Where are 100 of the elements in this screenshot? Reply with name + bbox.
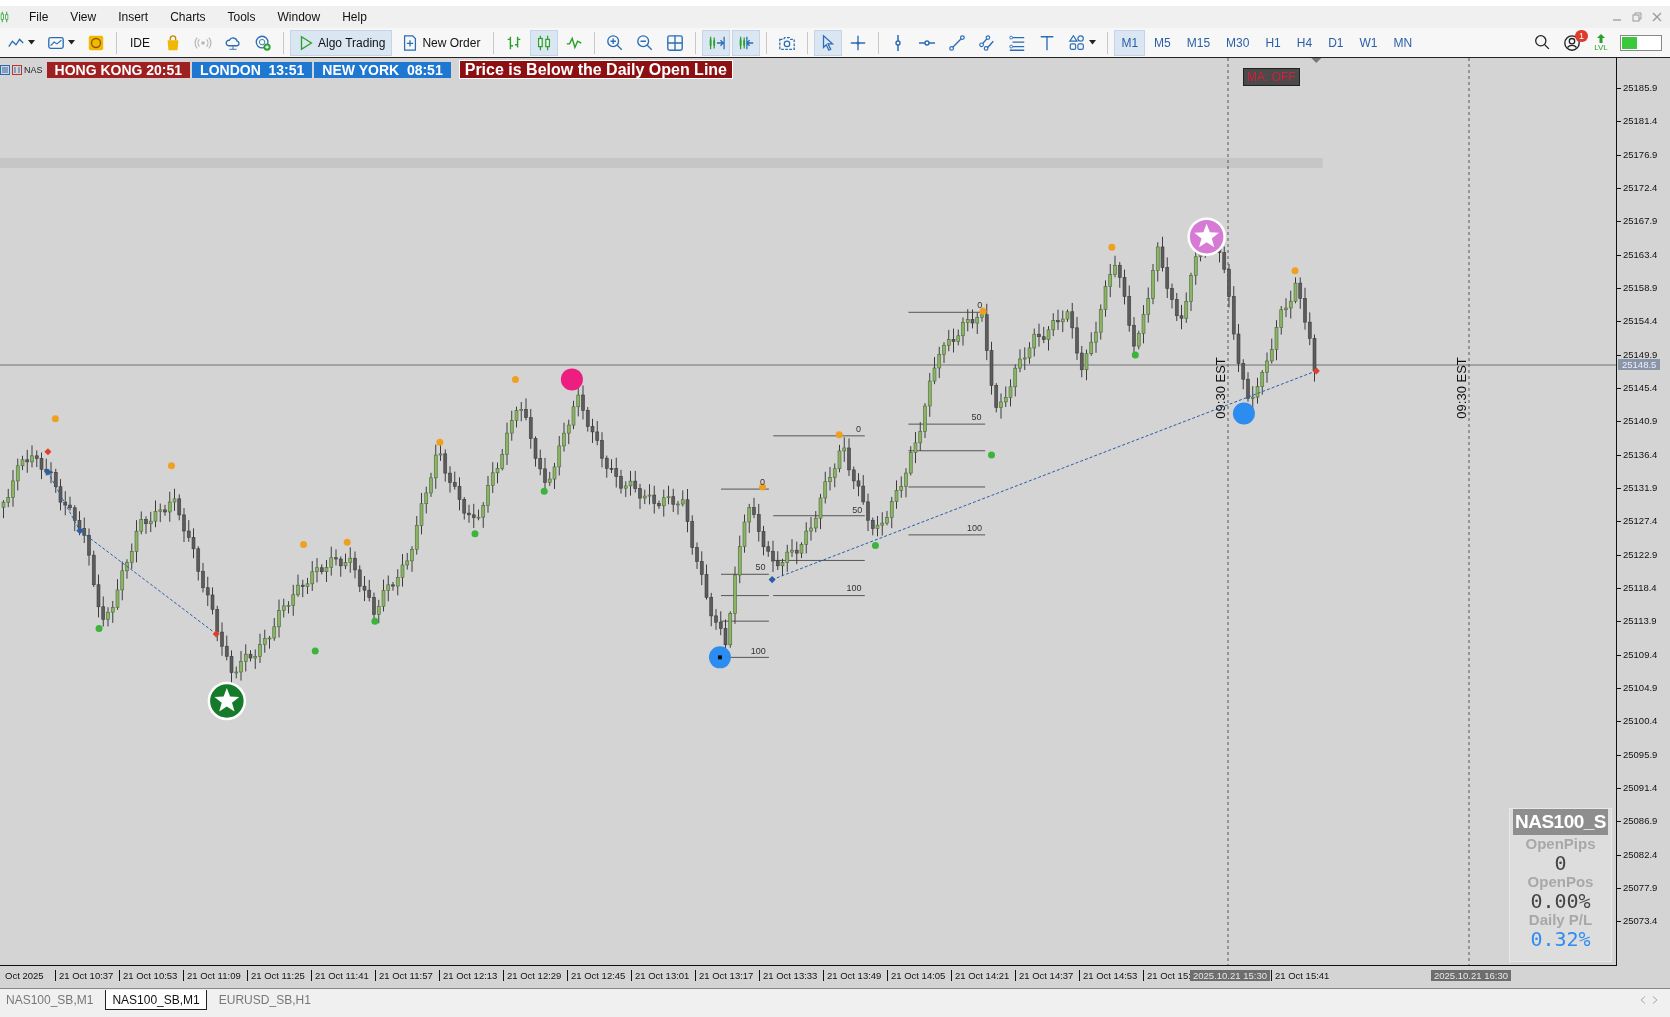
time-tick: 21 Oct 14:37 bbox=[1015, 970, 1074, 981]
price-tick: 25158.9 bbox=[1617, 281, 1658, 293]
time-tick: 21 Oct 14:21 bbox=[951, 970, 1010, 981]
cursor-button[interactable] bbox=[814, 29, 843, 56]
price-tick: 25077.9 bbox=[1617, 881, 1658, 893]
swing-high-dot bbox=[835, 431, 843, 439]
menu-item[interactable]: Window bbox=[267, 10, 333, 24]
swing-low-dot bbox=[371, 617, 379, 625]
coin-icon bbox=[87, 33, 105, 52]
scroll-right-icon[interactable] bbox=[1652, 996, 1658, 1004]
timeframe-button[interactable]: M1 bbox=[1114, 29, 1146, 56]
caret-icon bbox=[28, 40, 35, 45]
time-tick: 21 Oct 11:25 bbox=[247, 970, 305, 981]
sell-diamond-icon bbox=[44, 448, 52, 456]
chart-tab[interactable]: NAS100_SB,M1 bbox=[0, 990, 100, 1010]
timeframe-button[interactable]: W1 bbox=[1352, 29, 1385, 56]
time-tick: 21 Oct 13:01 bbox=[631, 970, 690, 981]
time-tick: 21 Oct 11:09 bbox=[183, 970, 241, 981]
price-tick: 25167.9 bbox=[1617, 215, 1658, 227]
notification-badge: 1 bbox=[1575, 29, 1588, 42]
timeframe-button[interactable]: M5 bbox=[1147, 29, 1178, 56]
session-clock-label: LONDON 13:51 bbox=[192, 61, 313, 78]
timeframe-button[interactable]: M30 bbox=[1219, 29, 1257, 56]
level-label: 0 bbox=[977, 300, 983, 311]
timeframe-button[interactable]: H4 bbox=[1289, 29, 1320, 56]
menu-item[interactable]: File bbox=[19, 10, 61, 24]
level-label: 50 bbox=[852, 504, 863, 515]
price-tick: 25140.9 bbox=[1617, 415, 1658, 427]
chart-tab[interactable]: NAS100_SB,M1 bbox=[105, 990, 207, 1010]
chart-tab[interactable]: EURUSD_SB,H1 bbox=[212, 990, 317, 1010]
chart-shift-button[interactable] bbox=[732, 29, 761, 56]
candlestick-button[interactable] bbox=[530, 29, 559, 56]
pivot-diamond-icon bbox=[76, 527, 84, 535]
level-label: 50 bbox=[971, 411, 982, 422]
timeframe-button[interactable]: D1 bbox=[1321, 29, 1351, 56]
time-tick: Oct 2025 bbox=[4, 970, 44, 981]
level-label: 100 bbox=[966, 522, 982, 533]
zoom-out-icon bbox=[636, 33, 655, 52]
autoscroll-button[interactable] bbox=[702, 29, 731, 56]
up-arrow-icon bbox=[1596, 33, 1606, 43]
star-marker-icon bbox=[207, 681, 247, 721]
level-label: 50 bbox=[755, 562, 766, 573]
menu-item[interactable]: View bbox=[60, 10, 109, 24]
level-label: 100 bbox=[750, 646, 766, 657]
ide-button[interactable]: IDE bbox=[123, 29, 157, 56]
menu-item[interactable]: Tools bbox=[217, 10, 268, 24]
channel-icon bbox=[978, 33, 997, 52]
connection-meter-icon bbox=[1620, 34, 1662, 51]
list-icon[interactable] bbox=[0, 64, 10, 75]
chart-window-icon[interactable] bbox=[12, 64, 22, 75]
alert-banner: Price is Below the Daily Open Line bbox=[458, 60, 733, 79]
session-time-label: 09:30 EST bbox=[1454, 357, 1469, 419]
open-pips-value: 0 bbox=[1554, 853, 1567, 873]
star-marker-icon bbox=[1187, 217, 1226, 256]
time-tick: 21 Oct 11:41 bbox=[311, 970, 369, 981]
swing-high-dot bbox=[300, 541, 307, 548]
price-tick: 25082.4 bbox=[1617, 848, 1658, 860]
trend-line-icon bbox=[948, 33, 967, 52]
fibonacci-lines-icon bbox=[1008, 33, 1027, 52]
time-marker-label: 2025.10.21 16:30 bbox=[1431, 970, 1511, 981]
swing-high-dot bbox=[436, 438, 444, 446]
zoom-in-icon bbox=[606, 33, 625, 52]
time-tick: 21 Oct 12:29 bbox=[503, 970, 562, 981]
signal-dot bbox=[560, 368, 583, 391]
menu-item[interactable]: Help bbox=[332, 10, 379, 24]
scroll-left-icon[interactable] bbox=[1640, 996, 1646, 1004]
level-label: 0 bbox=[855, 423, 861, 434]
swing-low-dot bbox=[988, 451, 995, 459]
session-clock-label: HONG KONG 20:51 bbox=[46, 61, 191, 78]
caret-icon bbox=[68, 40, 75, 45]
symbol-label: NAS bbox=[24, 64, 43, 75]
price-tick: 25181.4 bbox=[1617, 115, 1658, 127]
session-clock-label: NEW YORK 08:51 bbox=[314, 61, 451, 78]
signal-dot bbox=[708, 646, 731, 669]
price-tick: 25136.4 bbox=[1617, 448, 1658, 460]
price-tick: 25127.4 bbox=[1617, 515, 1658, 527]
time-tick: 21 Oct 15:41 bbox=[1271, 970, 1330, 981]
price-tick: 25154.4 bbox=[1617, 315, 1658, 327]
open-pos-value: 0.00% bbox=[1530, 891, 1591, 911]
price-tick: 25172.4 bbox=[1617, 182, 1658, 193]
time-tick: 21 Oct 13:49 bbox=[823, 970, 882, 981]
price-tick: 25109.4 bbox=[1617, 648, 1658, 660]
time-tick: 21 Oct 12:13 bbox=[439, 970, 498, 981]
new-order-button[interactable]: New Order bbox=[394, 29, 488, 56]
timeframe-button[interactable]: H1 bbox=[1258, 29, 1288, 56]
time-tick: 21 Oct 14:05 bbox=[887, 970, 946, 981]
account-button[interactable]: 1 bbox=[1558, 29, 1586, 56]
menu-item[interactable]: Charts bbox=[160, 10, 218, 24]
close-icon[interactable] bbox=[1652, 12, 1662, 22]
menu-item[interactable]: Insert bbox=[108, 10, 161, 24]
swing-low-dot bbox=[471, 530, 479, 538]
timeframe-button[interactable]: M15 bbox=[1179, 29, 1218, 56]
algo-trading-button[interactable]: Algo Trading bbox=[290, 29, 393, 56]
swing-low-dot bbox=[540, 487, 548, 495]
restore-icon[interactable] bbox=[1632, 12, 1642, 22]
swing-high-dot bbox=[51, 415, 59, 423]
timeframe-button[interactable]: MN bbox=[1386, 29, 1420, 56]
level-line bbox=[720, 595, 770, 597]
price-tick: 25131.9 bbox=[1617, 481, 1658, 493]
lvl-button[interactable]: LVL bbox=[1588, 29, 1614, 56]
